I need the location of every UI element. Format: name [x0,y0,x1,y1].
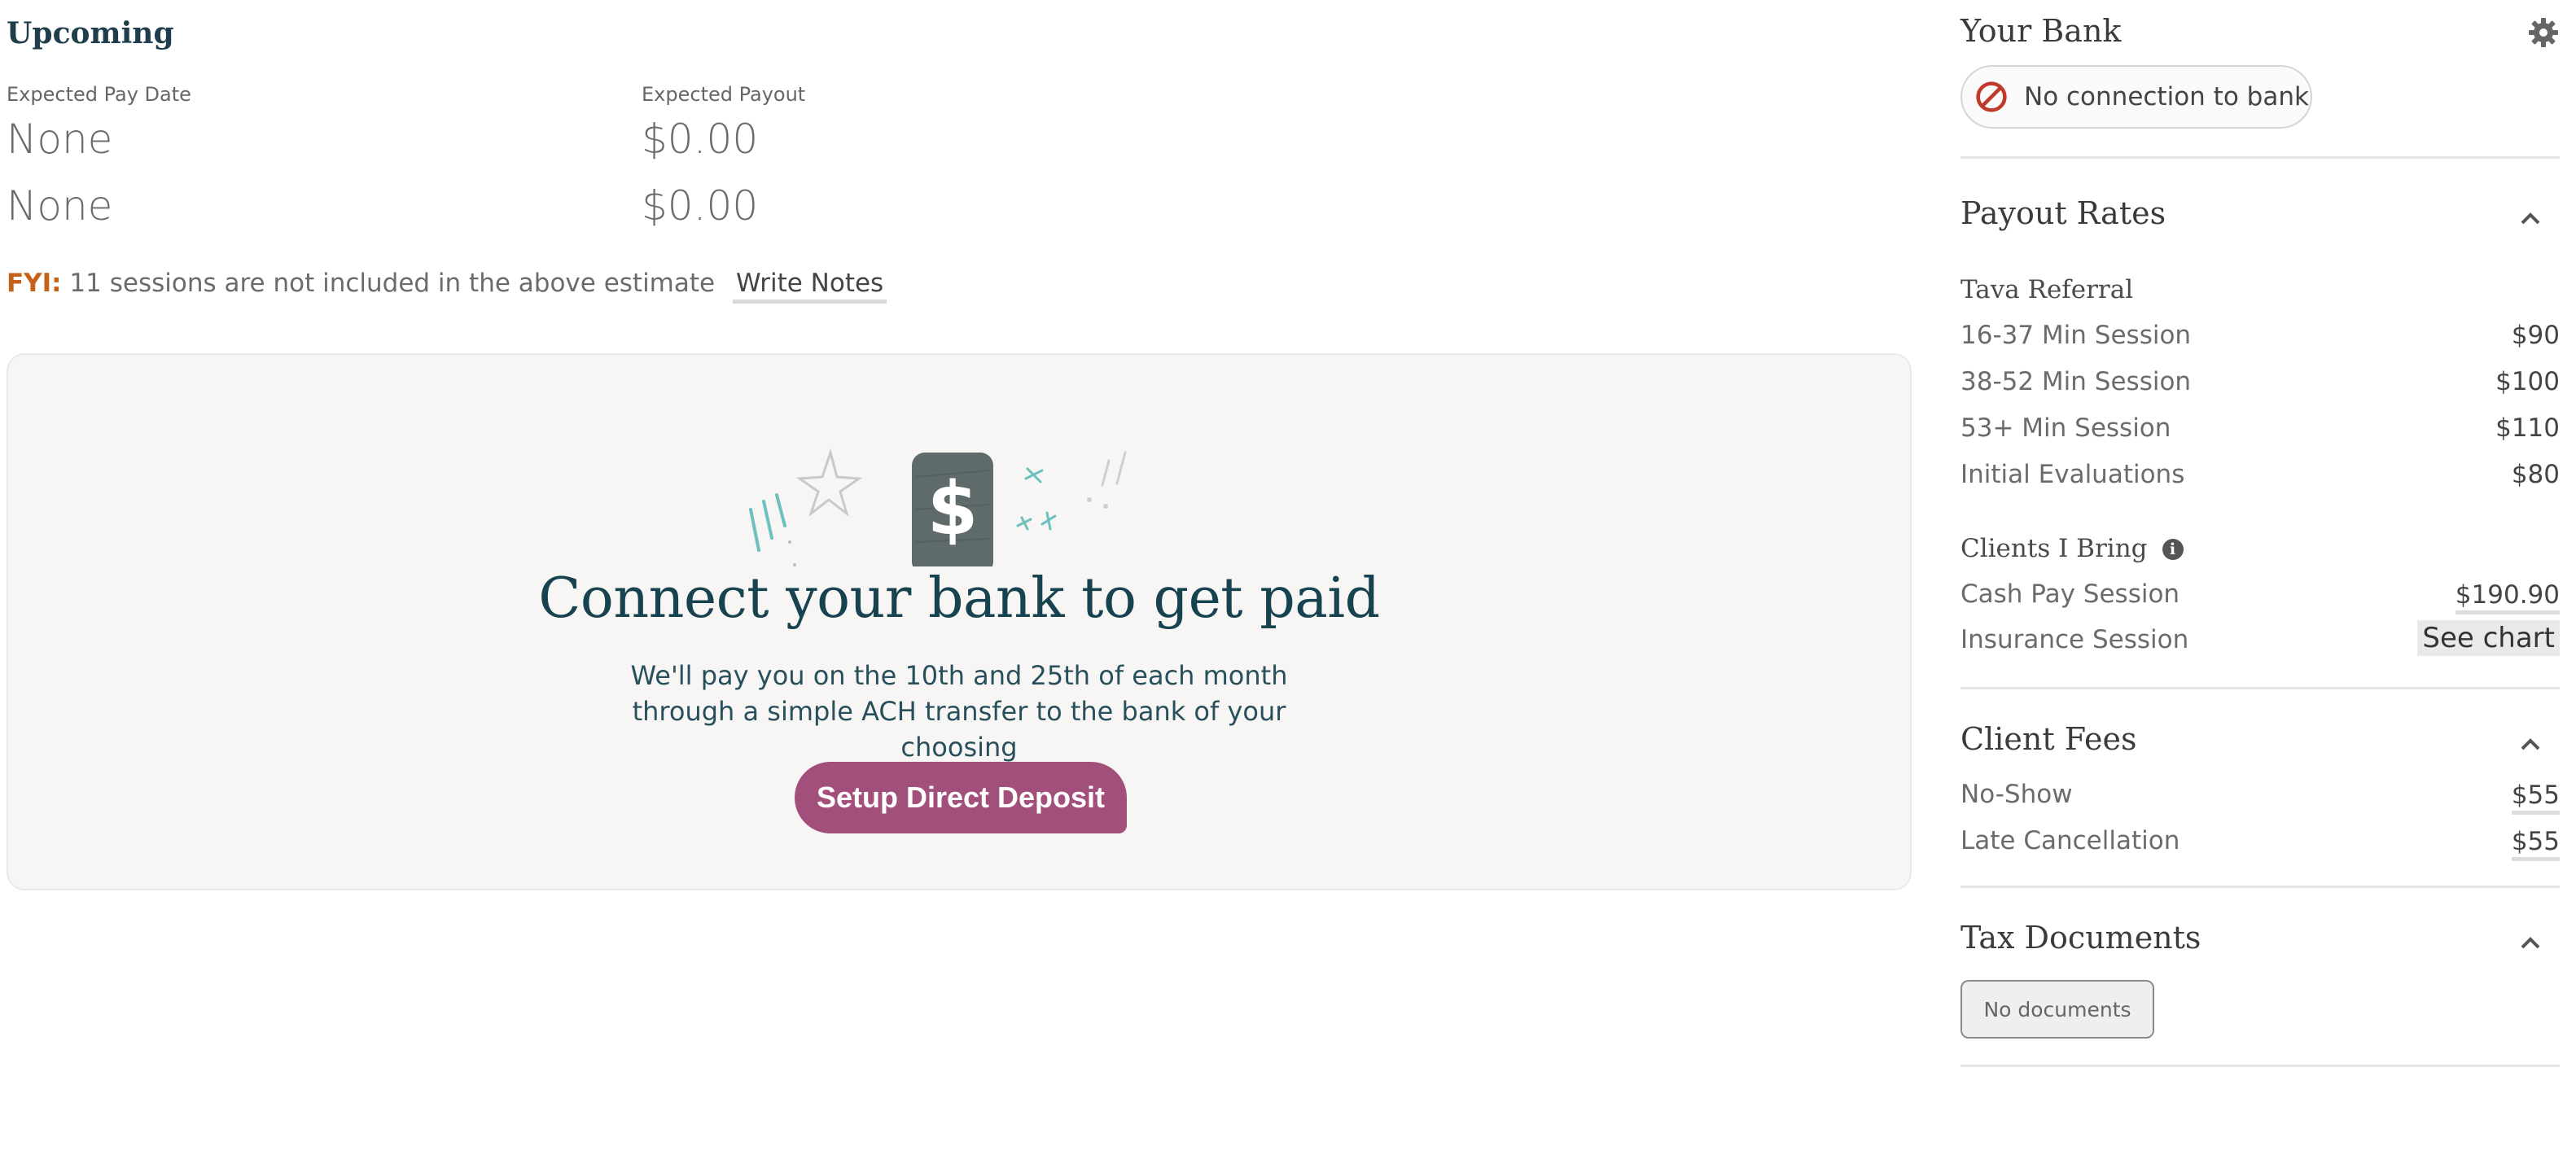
payout-value: $0.00 [642,116,759,163]
pay-date-value: None [7,116,113,163]
clients-i-bring-label: Clients I Bring [1960,534,2148,563]
fee-value: $55 [2511,826,2560,861]
no-documents-badge: No documents [1960,980,2154,1039]
chevron-up-icon[interactable] [2519,736,2542,752]
rate-row: Cash Pay Session $190.90 [1960,580,2560,617]
dollar-icon: $ [749,448,1127,566]
rate-row: 53+ Min Session $110 [1960,413,2560,451]
info-icon[interactable]: i [2162,539,2184,560]
write-notes-link[interactable]: Write Notes [732,269,887,304]
your-bank-title: Your Bank [1960,13,2122,49]
connect-bank-subtitle: We'll pay you on the 10th and 25th of ea… [630,660,1288,763]
rate-value: $100 [2495,367,2560,396]
bank-status-text: No connection to bank [2024,82,2309,112]
upcoming-panel: Upcoming Expected Pay Date Expected Payo… [7,0,1913,1159]
rate-row: Insurance Session See chart [1960,620,2560,663]
tax-documents-title: Tax Documents [1960,920,2201,956]
rate-label: Insurance Session [1960,625,2189,654]
divider [1960,156,2560,159]
svg-text:$: $ [927,466,979,552]
rate-value: $80 [2511,460,2560,489]
payout-rates-title: Payout Rates [1960,195,2166,231]
fee-label: No-Show [1960,780,2073,809]
rate-label: 16-37 Min Session [1960,321,2192,350]
no-connection-icon [1976,81,2007,112]
tava-referral-title: Tava Referral [1960,275,2134,304]
fyi-text: 11 sessions are not included in the abov… [69,269,716,298]
rate-row: 38-52 Min Session $100 [1960,367,2560,405]
rate-label: 53+ Min Session [1960,413,2171,443]
rate-value: $110 [2495,413,2560,443]
expected-pay-date-label: Expected Pay Date [7,83,191,106]
see-chart-link[interactable]: See chart [2417,620,2560,656]
divider [1960,687,2560,689]
payout-value: $0.00 [642,182,759,230]
fee-label: Late Cancellation [1960,826,2180,855]
client-fees-title: Client Fees [1960,721,2137,757]
rate-row: 16-37 Min Session $90 [1960,321,2560,358]
rate-label: Initial Evaluations [1960,460,2185,489]
connect-bank-card: $ Connect your bank to get paid We'll pa… [7,353,1912,890]
setup-direct-deposit-button[interactable]: Setup Direct Deposit [795,762,1127,833]
rate-label: 38-52 Min Session [1960,367,2192,396]
expected-payout-label: Expected Payout [642,83,806,106]
connect-bank-title: Connect your bank to get paid [538,566,1380,631]
sidebar: Your Bank No connection to bank Payout R… [1960,0,2560,1159]
gear-icon[interactable] [2527,16,2560,49]
fee-value: $55 [2511,780,2560,815]
pay-date-value: None [7,182,113,230]
fee-row: Late Cancellation $55 [1960,826,2560,864]
fyi-note: FYI: 11 sessions are not included in the… [7,269,887,304]
chevron-up-icon[interactable] [2519,210,2542,226]
rate-value: $190.90 [2455,580,2560,614]
rate-row: Initial Evaluations $80 [1960,460,2560,497]
clients-i-bring-title: Clients I Bring i [1960,534,2184,563]
divider [1960,1065,2560,1067]
fyi-label: FYI: [7,269,62,298]
fee-row: No-Show $55 [1960,780,2560,817]
bank-connection-status[interactable]: No connection to bank [1960,65,2312,129]
rate-label: Cash Pay Session [1960,580,2180,609]
upcoming-title: Upcoming [7,16,174,50]
chevron-up-icon[interactable] [2519,934,2542,951]
rate-value: $90 [2511,321,2560,350]
divider [1960,886,2560,888]
